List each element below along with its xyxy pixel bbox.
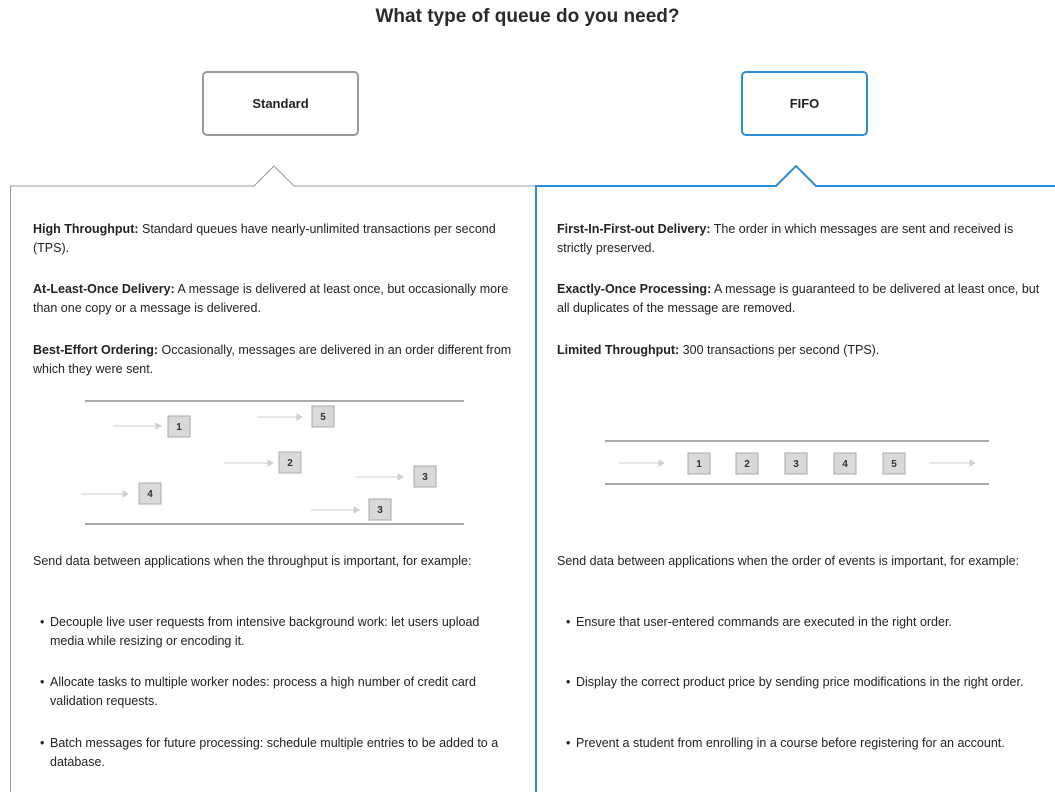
message-box: 3	[413, 465, 437, 488]
feature-label: High Throughput:	[33, 222, 139, 236]
feature-high-throughput: High Throughput: Standard queues have ne…	[33, 220, 513, 258]
svg-text:2: 2	[744, 459, 750, 470]
feature-limited-throughput: Limited Throughput: 300 transactions per…	[557, 341, 1037, 360]
message-box: 1	[167, 415, 191, 438]
feature-fifo-delivery: First-In-First-out Delivery: The order i…	[557, 220, 1037, 258]
message-box: 4	[833, 452, 857, 475]
message-box: 3	[368, 498, 392, 521]
fifo-example-item: Ensure that user-entered commands are ex…	[566, 613, 1036, 632]
message-box: 4	[138, 482, 162, 505]
standard-example-item: Allocate tasks to multiple worker nodes:…	[40, 673, 510, 711]
message-box: 1	[687, 452, 711, 475]
svg-text:4: 4	[147, 489, 153, 500]
standard-queue-diagram: 1 5 2 3 4 3	[81, 400, 464, 525]
message-box: 2	[278, 451, 302, 474]
svg-text:3: 3	[377, 505, 383, 516]
message-box: 5	[882, 452, 906, 475]
feature-label: Limited Throughput:	[557, 343, 680, 357]
svg-text:5: 5	[891, 459, 897, 470]
feature-text: 300 transactions per second (TPS).	[679, 343, 880, 357]
standard-intro: Send data between applications when the …	[33, 554, 472, 568]
svg-text:1: 1	[696, 459, 702, 470]
fifo-queue-button[interactable]: FIFO	[741, 71, 868, 136]
feature-label: At-Least-Once Delivery:	[33, 282, 175, 296]
feature-label: Best-Effort Ordering:	[33, 343, 158, 357]
page-title: What type of queue do you need?	[375, 6, 680, 27]
standard-example-item: Decouple live user requests from intensi…	[40, 613, 510, 651]
feature-label: Exactly-Once Processing:	[557, 282, 712, 296]
fifo-panel-top-border	[535, 164, 1055, 187]
feature-label: First-In-First-out Delivery:	[557, 222, 711, 236]
fifo-example-item: Prevent a student from enrolling in a co…	[566, 734, 1036, 753]
standard-panel: High Throughput: Standard queues have ne…	[10, 186, 535, 792]
fifo-intro: Send data between applications when the …	[557, 554, 1020, 568]
svg-text:5: 5	[320, 412, 326, 423]
queue-type-page: What type of queue do you need? Standard…	[0, 0, 1055, 792]
message-box: 2	[735, 452, 759, 475]
svg-text:3: 3	[793, 459, 799, 470]
feature-best-effort-ordering: Best-Effort Ordering: Occasionally, mess…	[33, 341, 513, 379]
svg-text:2: 2	[287, 458, 293, 469]
message-box: 5	[311, 405, 335, 428]
message-box: 3	[784, 452, 808, 475]
fifo-queue-diagram: 1 2 3 4 5	[605, 440, 989, 485]
standard-queue-button[interactable]: Standard	[202, 71, 359, 136]
fifo-example-item: Display the correct product price by sen…	[566, 673, 1036, 692]
fifo-panel: First-In-First-out Delivery: The order i…	[535, 186, 1055, 792]
svg-text:3: 3	[422, 472, 428, 483]
svg-text:1: 1	[176, 422, 182, 433]
feature-exactly-once: Exactly-Once Processing: A message is gu…	[557, 280, 1042, 318]
standard-example-item: Batch messages for future processing: sc…	[40, 734, 510, 772]
feature-at-least-once: At-Least-Once Delivery: A message is del…	[33, 280, 513, 318]
svg-text:4: 4	[842, 459, 848, 470]
